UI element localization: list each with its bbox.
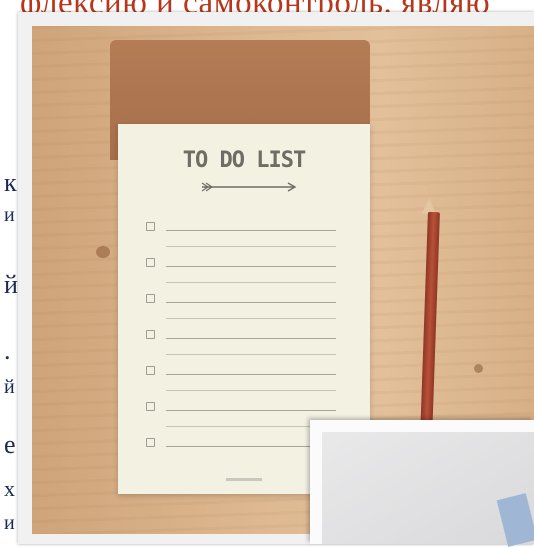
blue-object bbox=[496, 493, 534, 547]
writing-line bbox=[166, 374, 336, 375]
checkbox-icon bbox=[146, 294, 155, 303]
checklist-row bbox=[146, 326, 342, 355]
checkbox-icon bbox=[146, 402, 155, 411]
writing-line bbox=[166, 302, 336, 303]
notepad-title: TO DO LIST bbox=[182, 148, 306, 173]
side-letter: . bbox=[4, 336, 11, 365]
pencil-icon bbox=[420, 211, 440, 439]
wood-knot bbox=[96, 246, 110, 258]
checklist-row bbox=[146, 290, 342, 319]
checkbox-icon bbox=[146, 222, 155, 231]
overlapping-photo bbox=[310, 420, 534, 547]
checklist-row bbox=[146, 218, 342, 247]
writing-line bbox=[166, 246, 336, 247]
checklist-row bbox=[146, 254, 342, 283]
checkbox-icon bbox=[146, 330, 155, 339]
writing-line bbox=[166, 230, 336, 231]
side-letter: й bbox=[4, 376, 15, 398]
writing-line bbox=[166, 354, 336, 355]
checklist-row bbox=[146, 362, 342, 391]
writing-line bbox=[166, 338, 336, 339]
checklist-row bbox=[146, 398, 342, 427]
writing-line bbox=[166, 390, 336, 391]
side-letter: е bbox=[4, 430, 16, 459]
notepad-footer-mark bbox=[226, 478, 262, 481]
side-letter: и bbox=[4, 512, 15, 534]
side-letter: к bbox=[4, 168, 17, 197]
side-letter: и bbox=[4, 204, 15, 226]
checkbox-icon bbox=[146, 366, 155, 375]
side-letter: х bbox=[4, 476, 15, 501]
writing-line bbox=[166, 266, 336, 267]
writing-line bbox=[166, 410, 336, 411]
arrow-icon bbox=[201, 182, 297, 192]
side-letter: й bbox=[4, 270, 18, 299]
writing-line bbox=[166, 282, 336, 283]
overlapping-photo-content bbox=[322, 432, 534, 547]
writing-line bbox=[166, 318, 336, 319]
checkbox-icon bbox=[146, 438, 155, 447]
checkbox-icon bbox=[146, 258, 155, 267]
wood-knot bbox=[474, 364, 483, 373]
